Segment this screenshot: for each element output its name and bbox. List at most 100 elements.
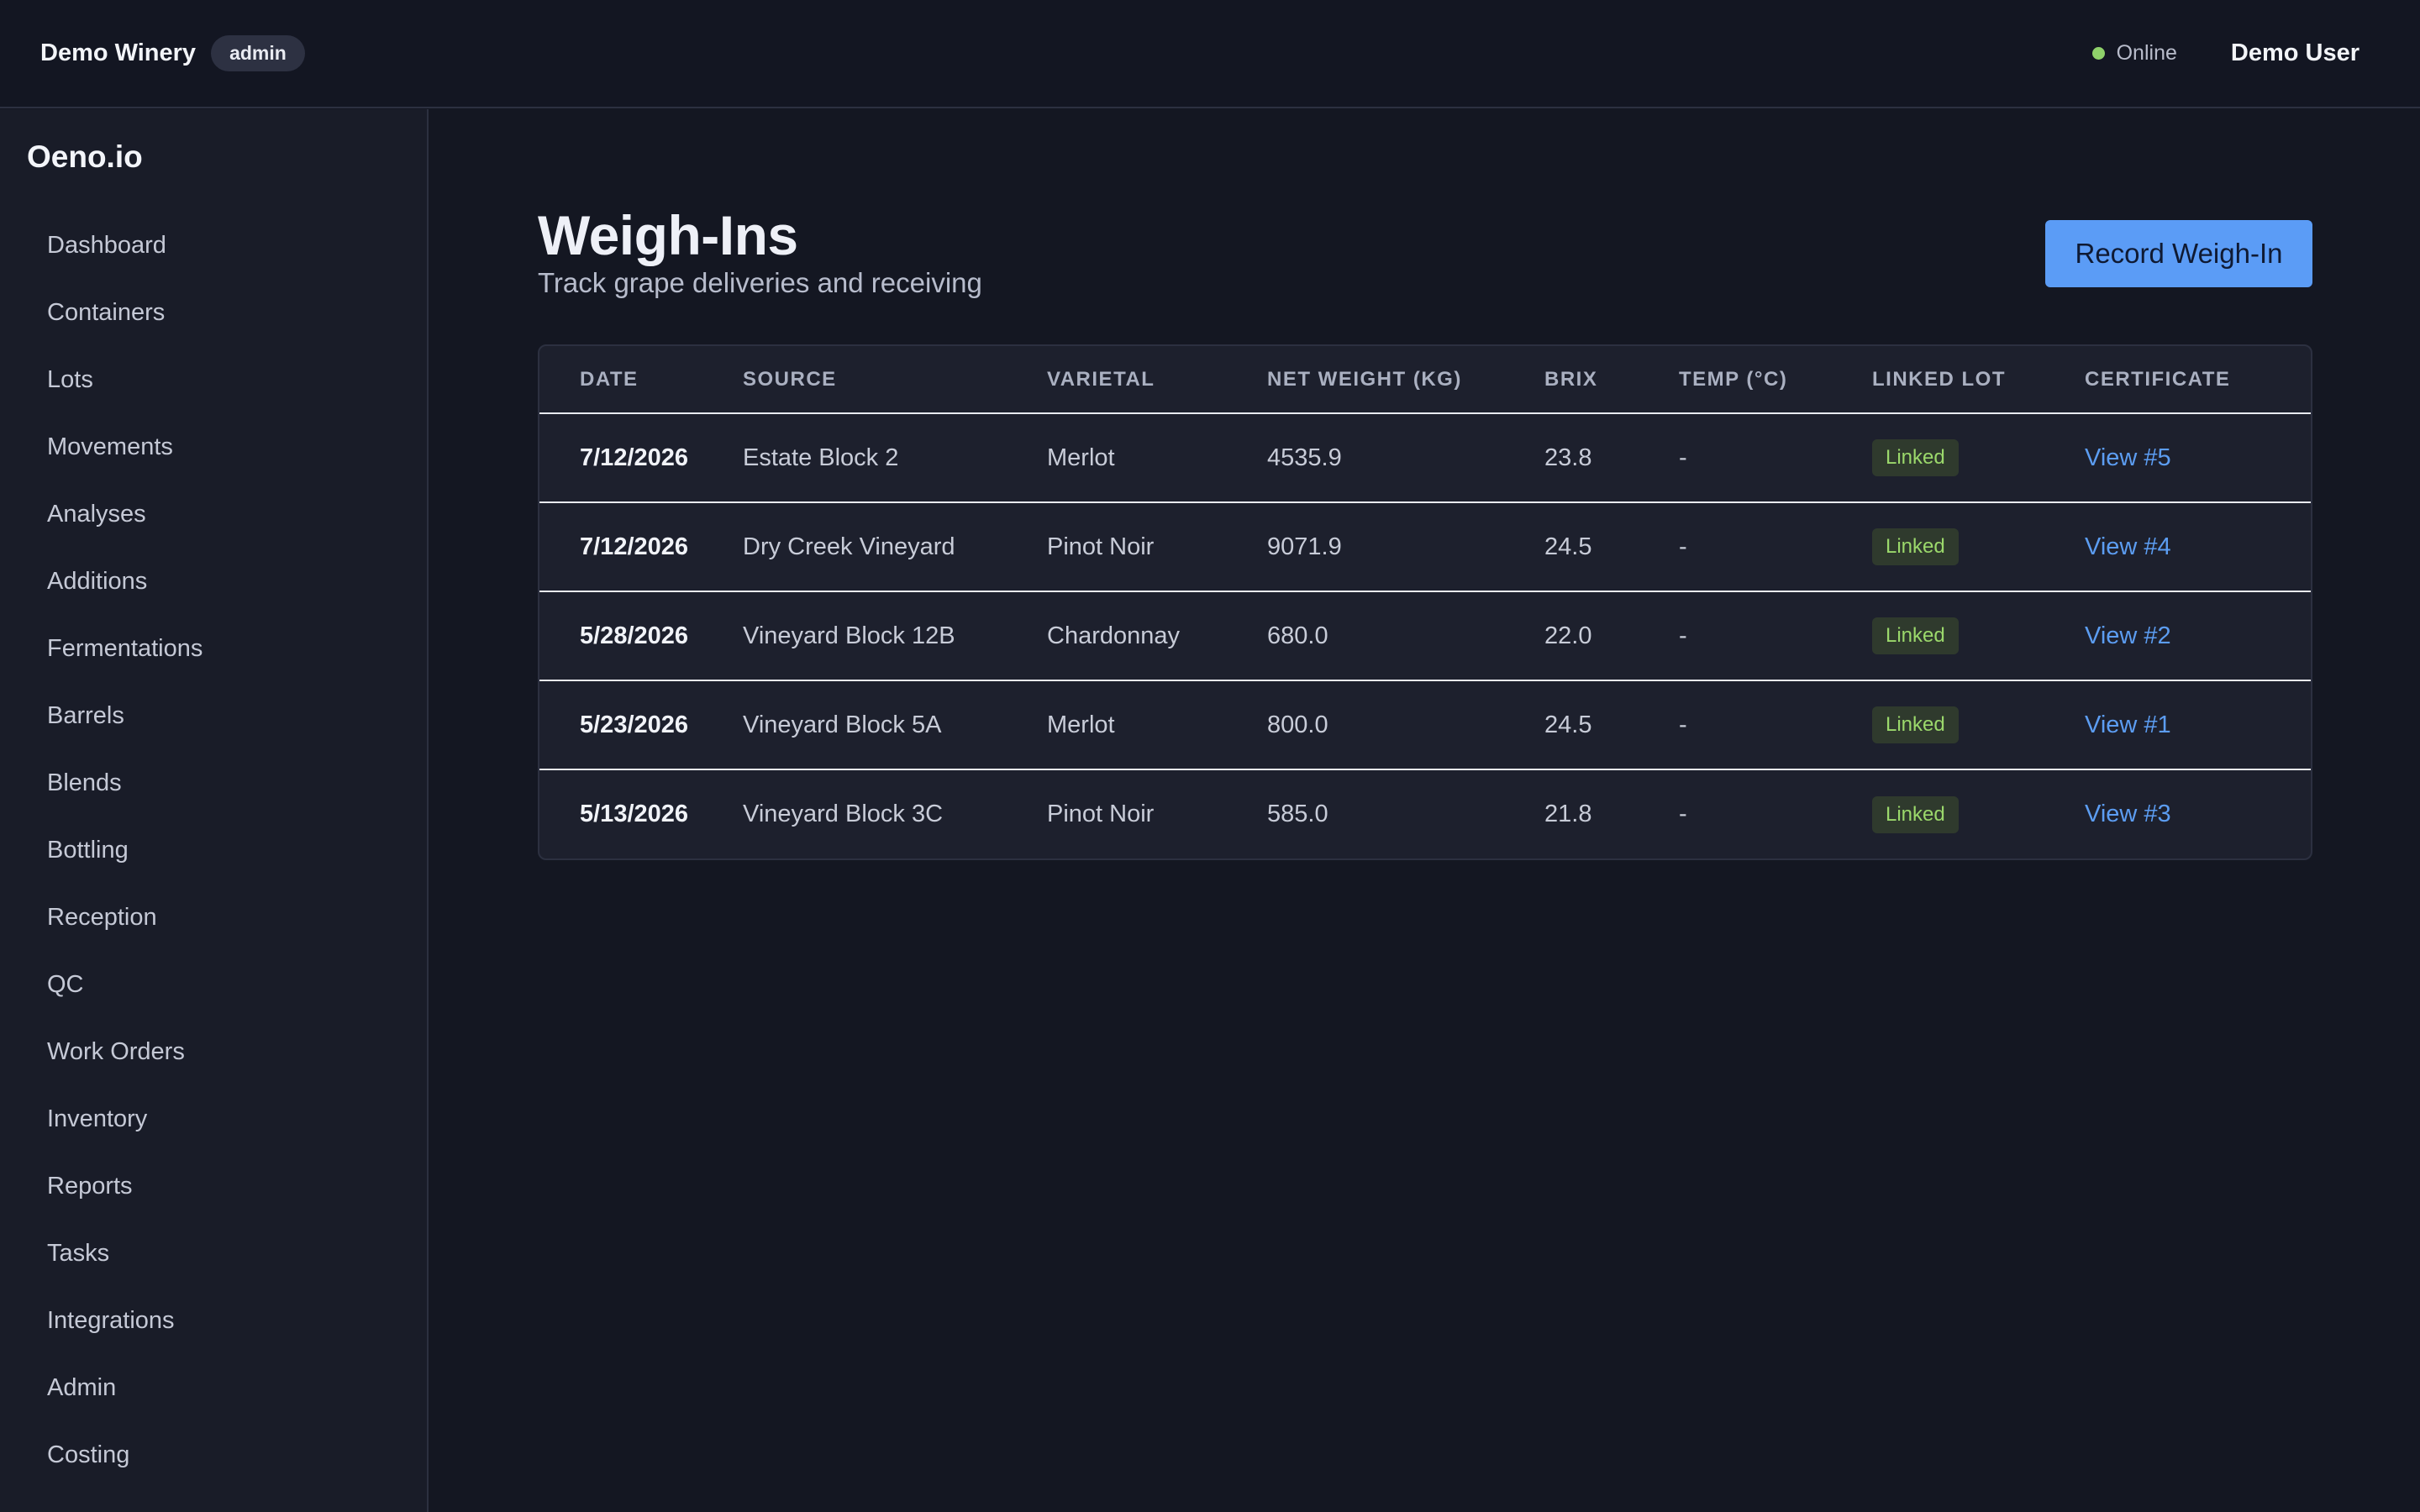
cell-net-weight: 4535.9 (1267, 413, 1544, 503)
table-row[interactable]: 7/12/2026 Dry Creek Vineyard Pinot Noir … (539, 502, 2311, 592)
main-content: Weigh-Ins Track grape deliveries and rec… (430, 109, 2420, 1512)
sidebar-item-fermentations[interactable]: Fermentations (0, 615, 427, 682)
column-header-temp: TEMP (°C) (1679, 346, 1872, 414)
cell-temp: - (1679, 591, 1872, 681)
cell-brix: 24.5 (1544, 680, 1679, 770)
linked-lot-badge: Linked (1872, 439, 1959, 476)
cell-date: 5/13/2026 (580, 801, 689, 827)
linked-lot-badge: Linked (1872, 706, 1959, 743)
cell-source: Estate Block 2 (743, 413, 1047, 503)
sidebar-item-qc[interactable]: QC (0, 951, 427, 1018)
cell-date: 7/12/2026 (539, 502, 743, 592)
sidebar-item-integrations[interactable]: Integrations (0, 1287, 427, 1354)
cell-source: Vineyard Block 5A (743, 680, 1047, 770)
sidebar-item-cfo-portal[interactable]: CFO Portal (0, 1488, 427, 1512)
column-header-linked-lot: LINKED LOT (1872, 346, 2085, 414)
cell-certificate: View #4 (2085, 502, 2311, 592)
column-header-certificate: CERTIFICATE (2085, 346, 2311, 414)
table-row[interactable]: 5/13/2026 Vineyard Block 3C Pinot Noir 5… (539, 769, 2311, 858)
sidebar-item-work-orders[interactable]: Work Orders (0, 1018, 427, 1085)
app-logo[interactable]: Oeno.io (27, 139, 143, 175)
column-header-source: SOURCE (743, 346, 1047, 414)
certificate-link[interactable]: View #2 (2085, 622, 2171, 649)
cell-source: Dry Creek Vineyard (743, 502, 1047, 592)
cell-varietal: Merlot (1047, 680, 1267, 770)
cell-date: 7/12/2026 (539, 413, 743, 503)
record-weigh-in-button[interactable]: Record Weigh-In (2045, 220, 2312, 287)
cell-certificate: View #3 (2085, 769, 2311, 858)
certificate-link[interactable]: View #5 (2085, 444, 2171, 471)
sidebar-item-costing[interactable]: Costing (0, 1421, 427, 1488)
cell-linked-lot: Linked (1872, 413, 2085, 503)
sidebar-item-containers[interactable]: Containers (0, 279, 427, 346)
cell-linked-lot: Linked (1872, 680, 2085, 770)
table-header-row: DATE SOURCE VARIETAL NET WEIGHT (KG) BRI… (539, 346, 2311, 414)
column-header-varietal: VARIETAL (1047, 346, 1267, 414)
cell-certificate: View #2 (2085, 591, 2311, 681)
winery-info: Demo Winery admin (40, 35, 305, 71)
cell-certificate: View #1 (2085, 680, 2311, 770)
cell-date: 5/23/2026 (539, 680, 743, 770)
sidebar-item-blends[interactable]: Blends (0, 749, 427, 816)
cell-net-weight: 585.0 (1267, 801, 1328, 827)
column-header-date: DATE (539, 346, 743, 414)
cell-temp: - (1679, 413, 1872, 503)
cell-linked-lot: Linked (1872, 502, 2085, 592)
cell-varietal: Pinot Noir (1047, 502, 1267, 592)
sidebar-item-inventory[interactable]: Inventory (0, 1085, 427, 1152)
cell-temp: - (1679, 680, 1872, 770)
cell-brix: 23.8 (1544, 413, 1679, 503)
table-row[interactable]: 5/23/2026 Vineyard Block 5A Merlot 800.0… (539, 680, 2311, 770)
cell-source: Vineyard Block 12B (743, 591, 1047, 681)
top-bar: Demo Winery admin Online Demo User (0, 0, 2420, 108)
cell-linked-lot: Linked (1872, 769, 2085, 858)
cell-linked-lot: Linked (1872, 591, 2085, 681)
page-subtitle: Track grape deliveries and receiving (538, 267, 982, 298)
sidebar-item-reception[interactable]: Reception (0, 884, 427, 951)
cell-temp: - (1679, 801, 1687, 827)
cell-brix: 24.5 (1544, 502, 1679, 592)
linked-lot-badge: Linked (1872, 528, 1959, 565)
sidebar-item-bottling[interactable]: Bottling (0, 816, 427, 884)
cell-varietal: Chardonnay (1047, 591, 1267, 681)
sidebar-nav: Dashboard Containers Lots Movements Anal… (0, 212, 427, 1512)
role-badge: admin (211, 35, 305, 71)
sidebar-item-dashboard[interactable]: Dashboard (0, 212, 427, 279)
sidebar-item-reports[interactable]: Reports (0, 1152, 427, 1220)
cell-source: Vineyard Block 3C (743, 801, 944, 827)
certificate-link[interactable]: View #4 (2085, 533, 2171, 560)
sidebar: Oeno.io Dashboard Containers Lots Moveme… (0, 109, 429, 1512)
cell-varietal: Merlot (1047, 413, 1267, 503)
online-status-icon (2091, 47, 2105, 60)
cell-temp: - (1679, 502, 1872, 592)
cell-net-weight: 9071.9 (1267, 502, 1544, 592)
user-menu[interactable]: Demo User (2231, 39, 2360, 67)
sidebar-item-admin[interactable]: Admin (0, 1354, 427, 1421)
winery-name[interactable]: Demo Winery (40, 39, 196, 67)
certificate-link[interactable]: View #3 (2085, 801, 2171, 827)
column-header-brix: BRIX (1544, 346, 1679, 414)
column-header-net-weight: NET WEIGHT (KG) (1267, 346, 1544, 414)
certificate-link[interactable]: View #1 (2085, 711, 2171, 738)
page-title: Weigh-Ins (538, 204, 798, 266)
cell-net-weight: 680.0 (1267, 591, 1544, 681)
cell-brix: 21.8 (1544, 801, 1592, 827)
cell-varietal: Pinot Noir (1047, 801, 1155, 827)
sidebar-item-additions[interactable]: Additions (0, 548, 427, 615)
sidebar-item-barrels[interactable]: Barrels (0, 682, 427, 749)
linked-lot-badge: Linked (1872, 617, 1959, 654)
table-row[interactable]: 7/12/2026 Estate Block 2 Merlot 4535.9 2… (539, 413, 2311, 503)
cell-net-weight: 800.0 (1267, 680, 1544, 770)
cell-date: 5/28/2026 (539, 591, 743, 681)
sidebar-item-tasks[interactable]: Tasks (0, 1220, 427, 1287)
sidebar-item-lots[interactable]: Lots (0, 346, 427, 413)
linked-lot-badge: Linked (1872, 795, 1959, 833)
cell-brix: 22.0 (1544, 591, 1679, 681)
weigh-ins-table: DATE SOURCE VARIETAL NET WEIGHT (KG) BRI… (538, 344, 2312, 860)
cell-certificate: View #5 (2085, 413, 2311, 503)
sidebar-item-analyses[interactable]: Analyses (0, 480, 427, 548)
user-area: Online Demo User (2091, 39, 2360, 67)
table-row[interactable]: 5/28/2026 Vineyard Block 12B Chardonnay … (539, 591, 2311, 681)
sidebar-item-movements[interactable]: Movements (0, 413, 427, 480)
connection-status: Online (2116, 41, 2177, 65)
